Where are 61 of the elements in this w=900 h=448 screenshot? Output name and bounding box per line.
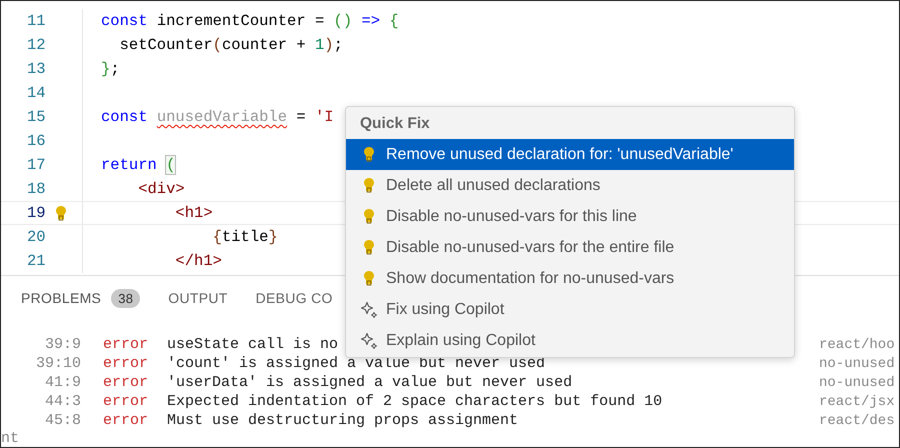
severity-label: error — [103, 393, 150, 410]
problem-location: 39:10 — [34, 355, 81, 372]
lightbulb-icon — [364, 178, 374, 193]
line-number: 20 — [26, 228, 47, 246]
line-number: 15 — [26, 108, 47, 126]
line-number: 19 — [26, 204, 47, 222]
problem-message: Must use destructuring props assignment — [167, 412, 518, 429]
lightbulb-icon — [364, 271, 374, 286]
lightbulb-icon — [364, 147, 374, 162]
problem-message: 'userData' is assigned a value but never used — [167, 374, 572, 391]
menu-item[interactable]: Explain using Copilot — [346, 325, 794, 356]
code-line: <h1> — [174, 204, 213, 222]
code-line: </h1> — [174, 252, 222, 270]
code-line: setCounter(counter + 1); — [118, 36, 343, 54]
count-badge: 38 — [111, 288, 140, 308]
lightbulb-icon — [364, 209, 374, 224]
code-line: {title} — [212, 228, 278, 246]
severity-label: error — [103, 355, 150, 372]
line-number: 17 — [26, 156, 47, 174]
line-number: 11 — [26, 12, 47, 30]
problem-location: 44:3 — [44, 393, 81, 410]
menu-item[interactable]: Show documentation for no-unused-vars — [346, 263, 794, 294]
panel-tab[interactable]: DEBUG CO — [256, 290, 333, 306]
panel-tab[interactable]: OUTPUT — [168, 290, 228, 306]
problem-message: useState call is no — [167, 336, 338, 353]
menu-item[interactable]: Remove unused declaration for: 'unusedVariable' — [346, 139, 794, 170]
rule-name: react/hoo — [819, 336, 896, 352]
sparkle-icon — [360, 300, 378, 318]
code-line: <div> — [137, 180, 185, 198]
menu-item[interactable]: Fix using Copilot — [346, 294, 794, 325]
sparkle-icon — [360, 332, 378, 350]
severity-label: error — [103, 412, 150, 429]
line-number: 13 — [26, 60, 47, 78]
rule-name: no-unused — [819, 374, 896, 390]
menu-item[interactable]: Delete all unused declarations — [346, 170, 794, 201]
menu-title: Quick Fix — [359, 114, 431, 134]
line-number: 16 — [26, 132, 47, 150]
problem-message: Expected indentation of 2 space characters but found 10 — [167, 393, 662, 410]
code-line: const unusedVariable = 'I — [101, 108, 334, 126]
problem-location: 39:9 — [44, 336, 81, 353]
code-line: const incrementCounter = () => { — [101, 12, 399, 30]
lightbulb-icon — [364, 240, 374, 255]
code-line: }; — [101, 60, 120, 78]
code-line: return ( — [101, 156, 176, 174]
panel-tab[interactable]: PROBLEMS 38 — [21, 288, 140, 308]
problem-location: 41:9 — [44, 374, 81, 391]
problem-message: 'count' is assigned a value but never used — [167, 355, 546, 372]
menu-item[interactable]: Disable no-unused-vars for the entire file — [346, 232, 794, 263]
lightbulb-icon — [56, 206, 66, 220]
severity-label: error — [103, 374, 150, 391]
line-number: 21 — [26, 252, 47, 270]
problem-location: 45:8 — [44, 412, 81, 429]
cut-text: nt — [1, 430, 20, 447]
rule-name: react/des — [819, 412, 896, 428]
line-number: 14 — [26, 84, 47, 102]
line-number: 18 — [26, 180, 47, 198]
menu-item[interactable]: Disable no-unused-vars for this line — [346, 201, 794, 232]
rule-name: react/jsx — [819, 394, 896, 410]
line-number: 12 — [26, 36, 47, 54]
severity-label: error — [103, 336, 150, 353]
rule-name: no-unused — [819, 356, 896, 372]
